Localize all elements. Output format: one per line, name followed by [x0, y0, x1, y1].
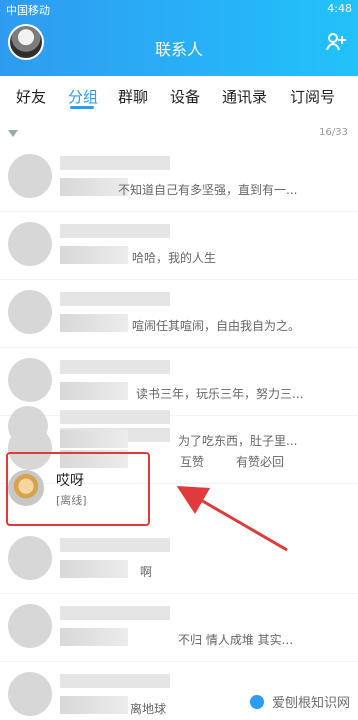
avatar [8, 536, 52, 580]
contact-name-blurred [60, 360, 170, 374]
pixelated-text [60, 382, 128, 400]
active-tab-underline [70, 106, 94, 109]
page-title: 联系人 [154, 40, 203, 59]
tab-friends[interactable]: 好友 [16, 86, 46, 107]
contact-tabs: 好友 分组 群聊 设备 通讯录 订阅号 [0, 76, 358, 112]
carrier-label: 中国移动 [6, 4, 50, 17]
pixelated-text [60, 430, 128, 448]
highlight-box [6, 452, 150, 526]
avatar [8, 672, 52, 716]
contact-name-blurred [60, 156, 170, 170]
group-header[interactable]: 16/33 [0, 124, 358, 144]
contact-message: 喧闹任其喧闹，自由我自为之。 [132, 319, 301, 333]
contact-message: 互赞 [180, 455, 205, 469]
list-item[interactable]: 喧闹任其喧闹，自由我自为之。 [0, 280, 358, 348]
tab-subscriptions[interactable]: 订阅号 [290, 86, 335, 107]
pixelated-text [60, 246, 128, 264]
contact-message: 不知道自己有多坚强，直到有一... [118, 183, 298, 197]
tab-devices[interactable]: 设备 [170, 86, 200, 107]
tab-groups[interactable]: 分组 [68, 86, 98, 107]
tab-group-chats[interactable]: 群聊 [118, 86, 148, 107]
pixelated-text [60, 628, 128, 646]
pixelated-text [60, 314, 128, 332]
watermark-logo-icon [250, 695, 265, 709]
avatar [8, 154, 52, 198]
contact-message: 哈哈，我的人生 [132, 251, 217, 265]
contact-name-blurred [60, 674, 170, 688]
contact-name-blurred [60, 538, 170, 552]
list-item[interactable]: 不归 情人成堆 其实... [0, 594, 358, 662]
contact-message: 离地球 [130, 702, 167, 716]
avatar [8, 290, 52, 334]
status-bar: 中国移动 4:48 [0, 0, 358, 18]
contact-name-blurred [60, 224, 170, 238]
add-contact-icon[interactable] [324, 30, 348, 54]
watermark: 爱刨根知识网 [250, 692, 350, 711]
contact-message: 不归 情人成堆 其实... [178, 633, 294, 647]
contact-message: 为了吃东西，肚子里... [178, 434, 298, 448]
contact-name-blurred [60, 292, 170, 306]
time-label: 4:48 [327, 2, 352, 15]
contact-name-blurred [60, 410, 170, 424]
list-item[interactable]: 啊 [0, 526, 358, 594]
pixelated-text [60, 696, 128, 714]
list-item[interactable]: 不知道自己有多坚强，直到有一... [0, 144, 358, 212]
avatar [8, 406, 48, 446]
list-item[interactable]: 为了吃东西，肚子里... [0, 400, 358, 450]
avatar [8, 358, 52, 402]
avatar [8, 604, 52, 648]
header-bar: 中国移动 4:48 联系人 [0, 0, 358, 88]
pixelated-text [60, 560, 128, 578]
tab-address-book[interactable]: 通讯录 [222, 86, 267, 107]
contact-name-blurred [60, 606, 170, 620]
watermark-text: 爱刨根知识网 [271, 695, 350, 710]
list-item[interactable]: 哈哈，我的人生 [0, 212, 358, 280]
group-count: 16/33 [319, 127, 348, 138]
contact-message: 啊 [140, 565, 153, 579]
contact-message-secondary: 有赞必回 [236, 455, 285, 469]
avatar [8, 222, 52, 266]
chevron-down-icon [8, 130, 18, 137]
list-item[interactable]: 离地球 [0, 662, 358, 720]
